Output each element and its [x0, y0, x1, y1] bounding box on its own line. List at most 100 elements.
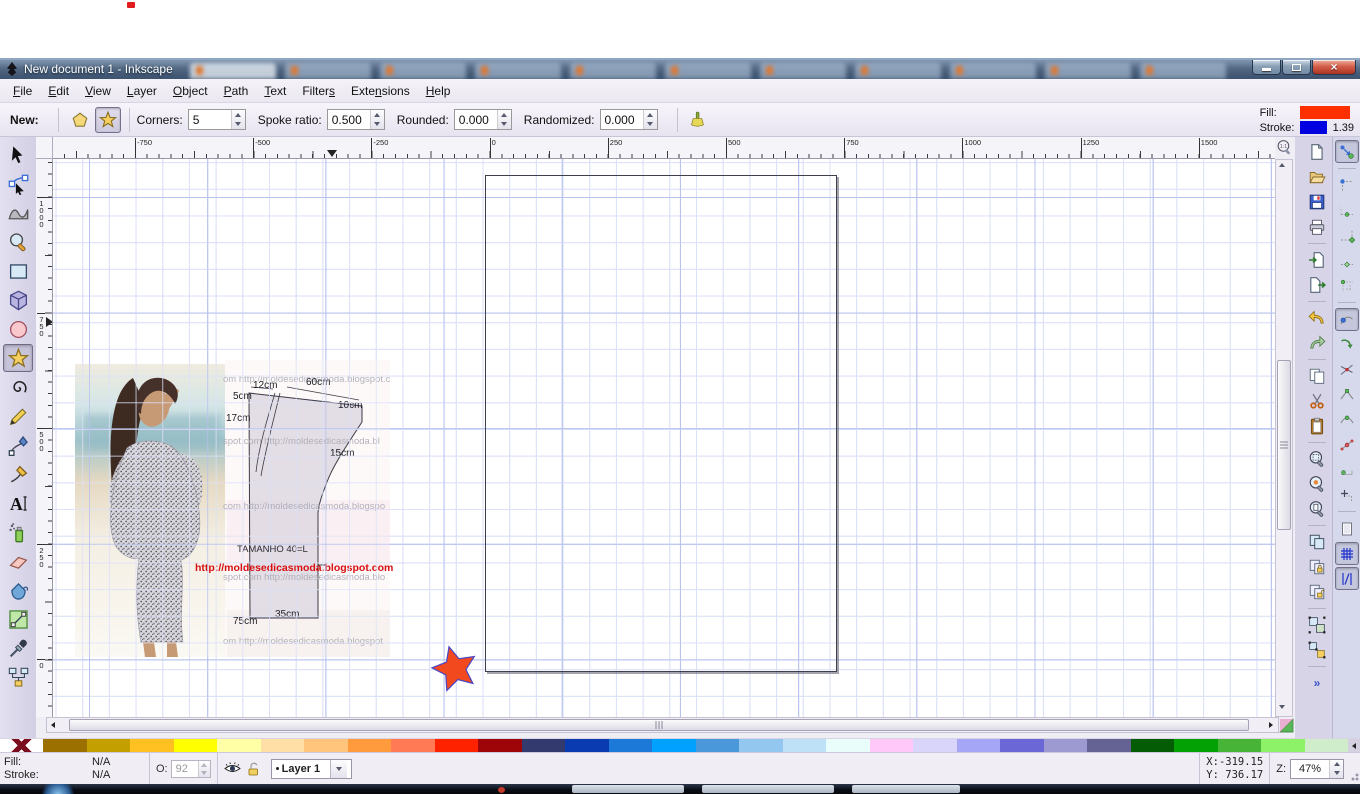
close-button[interactable]: ×: [1312, 60, 1356, 75]
command-zoom-page-button[interactable]: [1304, 497, 1330, 521]
field-input[interactable]: 0.000: [453, 109, 512, 130]
scroll-down-icon[interactable]: [1279, 705, 1285, 709]
tool-rectangle-button[interactable]: [3, 257, 33, 285]
field-input[interactable]: 0.500: [326, 109, 385, 130]
command-paste-button[interactable]: [1304, 414, 1330, 438]
command-new-button[interactable]: [1304, 140, 1330, 164]
star-object[interactable]: [428, 641, 482, 697]
menu-view[interactable]: View: [77, 80, 119, 101]
palette-swatch-cfedca[interactable]: [1304, 739, 1349, 752]
tool-box3d-button[interactable]: [3, 286, 33, 314]
snap-line-midpoint-button[interactable]: [1335, 433, 1359, 456]
windows-taskbar[interactable]: [0, 784, 1360, 794]
palette-swatch-d8d4fa[interactable]: [913, 739, 957, 752]
menu-object[interactable]: Object: [165, 80, 216, 101]
palette-swatch-8ef268[interactable]: [1261, 739, 1305, 752]
taskbar-button[interactable]: [702, 785, 834, 793]
command-ungroup-button[interactable]: [1304, 638, 1330, 662]
command-zoom-drawing-button[interactable]: [1304, 472, 1330, 496]
scroll-left-icon[interactable]: [51, 722, 55, 728]
snap-nodes-button[interactable]: [1334, 308, 1359, 331]
stroke-color-swatch[interactable]: [1299, 121, 1327, 134]
restore-button[interactable]: [1282, 60, 1311, 75]
palette-swatch-ff9a3d[interactable]: [347, 739, 392, 752]
snap-bbox-corner-button[interactable]: [1335, 224, 1359, 247]
style-status[interactable]: Fill: N/A Stroke: N/A: [0, 753, 150, 784]
tool-select-button[interactable]: [3, 141, 33, 169]
palette-swatch-ffffa6[interactable]: [217, 739, 261, 752]
palette-swatch-9c9ad1[interactable]: [1043, 739, 1088, 752]
menu-file[interactable]: File: [5, 80, 40, 101]
palette-swatch-045d04[interactable]: [1130, 739, 1175, 752]
palette-swatch-333a6d[interactable]: [521, 739, 566, 752]
command-overflow-button[interactable]: »: [1304, 671, 1330, 695]
tool-zoom-button[interactable]: [3, 228, 33, 256]
color-managed-view-icon[interactable]: [1279, 718, 1294, 733]
palette-swatch-1c79d8[interactable]: [608, 739, 653, 752]
zoom-corner-icon[interactable]: 1:1: [1276, 139, 1293, 161]
tool-connector-button[interactable]: [3, 663, 33, 691]
tool-tweak-button[interactable]: [3, 199, 33, 227]
palette-swatch-4a97d9[interactable]: [695, 739, 740, 752]
palette-swatch-00a1ff[interactable]: [652, 739, 696, 752]
zoom-control[interactable]: Z: 47%: [1270, 753, 1346, 784]
tool-ellipse-button[interactable]: [3, 315, 33, 343]
menu-text[interactable]: Text: [256, 80, 294, 101]
tool-spiral-button[interactable]: [3, 373, 33, 401]
polygon-mode-button[interactable]: [67, 107, 93, 133]
horizontal-scroll-thumb[interactable]: [69, 719, 1249, 731]
tool-pencil-button[interactable]: [3, 402, 33, 430]
resize-grip[interactable]: [1346, 753, 1360, 784]
command-undo-button[interactable]: [1304, 306, 1330, 330]
command-export-button[interactable]: [1304, 273, 1330, 297]
command-print-button[interactable]: [1304, 215, 1330, 239]
palette-swatch-93c7f0[interactable]: [739, 739, 783, 752]
command-group-button[interactable]: [1304, 613, 1330, 637]
snap-bbox-button[interactable]: [1335, 174, 1359, 197]
palette-swatch-04a104[interactable]: [1174, 739, 1218, 752]
palette-swatch-ffc022[interactable]: [130, 739, 174, 752]
taskbar-button[interactable]: [572, 785, 684, 793]
layer-selector[interactable]: Layer 1: [267, 753, 359, 784]
palette-swatch-47b437[interactable]: [1217, 739, 1262, 752]
horizontal-scrollbar[interactable]: [46, 717, 1279, 733]
command-open-button[interactable]: [1304, 165, 1330, 189]
palette-swatch-c3a000[interactable]: [86, 739, 131, 752]
command-unlink-clone-button[interactable]: [1304, 580, 1330, 604]
snap-grid-button[interactable]: [1334, 542, 1359, 565]
palette-swatch-bfe1f7[interactable]: [782, 739, 827, 752]
palette-swatch-none[interactable]: [0, 739, 44, 752]
vertical-scroll-thumb[interactable]: [1277, 360, 1291, 530]
palette-swatch-656394[interactable]: [1087, 739, 1131, 752]
palette-swatch-9e0509[interactable]: [478, 739, 522, 752]
layer-dropdown-icon[interactable]: [330, 759, 348, 778]
menu-path[interactable]: Path: [216, 80, 257, 101]
fill-color-swatch[interactable]: [1299, 106, 1350, 119]
palette-swatch-9b6f00[interactable]: [43, 739, 87, 752]
opacity-control[interactable]: O: 92: [150, 753, 218, 784]
tool-spray-button[interactable]: [3, 518, 33, 546]
snap-object-center-button[interactable]: [1335, 458, 1359, 481]
horizontal-ruler[interactable]: -750 -500 -250 0 250 500 750 1000 1250 1500: [53, 137, 1275, 159]
tool-dropper-button[interactable]: [3, 634, 33, 662]
palette-swatch-6b67d6[interactable]: [1000, 739, 1044, 752]
palette-swatch-a6a6f6[interactable]: [956, 739, 1001, 752]
menu-extensions[interactable]: Extensions: [343, 80, 418, 101]
snap-page-border-button[interactable]: [1335, 517, 1359, 540]
tool-text-button[interactable]: A: [3, 489, 33, 517]
layer-lock-toggle[interactable]: [243, 753, 267, 784]
tool-eraser-button[interactable]: [3, 547, 33, 575]
tool-pen-button[interactable]: [3, 431, 33, 459]
reset-defaults-button[interactable]: [685, 108, 711, 132]
titlebar[interactable]: New document 1 - Inkscape ×: [0, 60, 1360, 79]
snap-guide-button[interactable]: [1334, 567, 1359, 590]
scroll-right-icon[interactable]: [1269, 722, 1273, 728]
command-cut-button[interactable]: [1304, 389, 1330, 413]
palette-swatch-0a3bb0[interactable]: [565, 739, 609, 752]
tool-node-button[interactable]: [3, 170, 33, 198]
snap-rotation-center-button[interactable]: [1335, 483, 1359, 506]
palette-swatch-ff2200[interactable]: [434, 739, 479, 752]
palette-swatch-ffdfa5[interactable]: [260, 739, 305, 752]
menu-help[interactable]: Help: [418, 80, 459, 101]
palette-swatch-ffff00[interactable]: [173, 739, 218, 752]
